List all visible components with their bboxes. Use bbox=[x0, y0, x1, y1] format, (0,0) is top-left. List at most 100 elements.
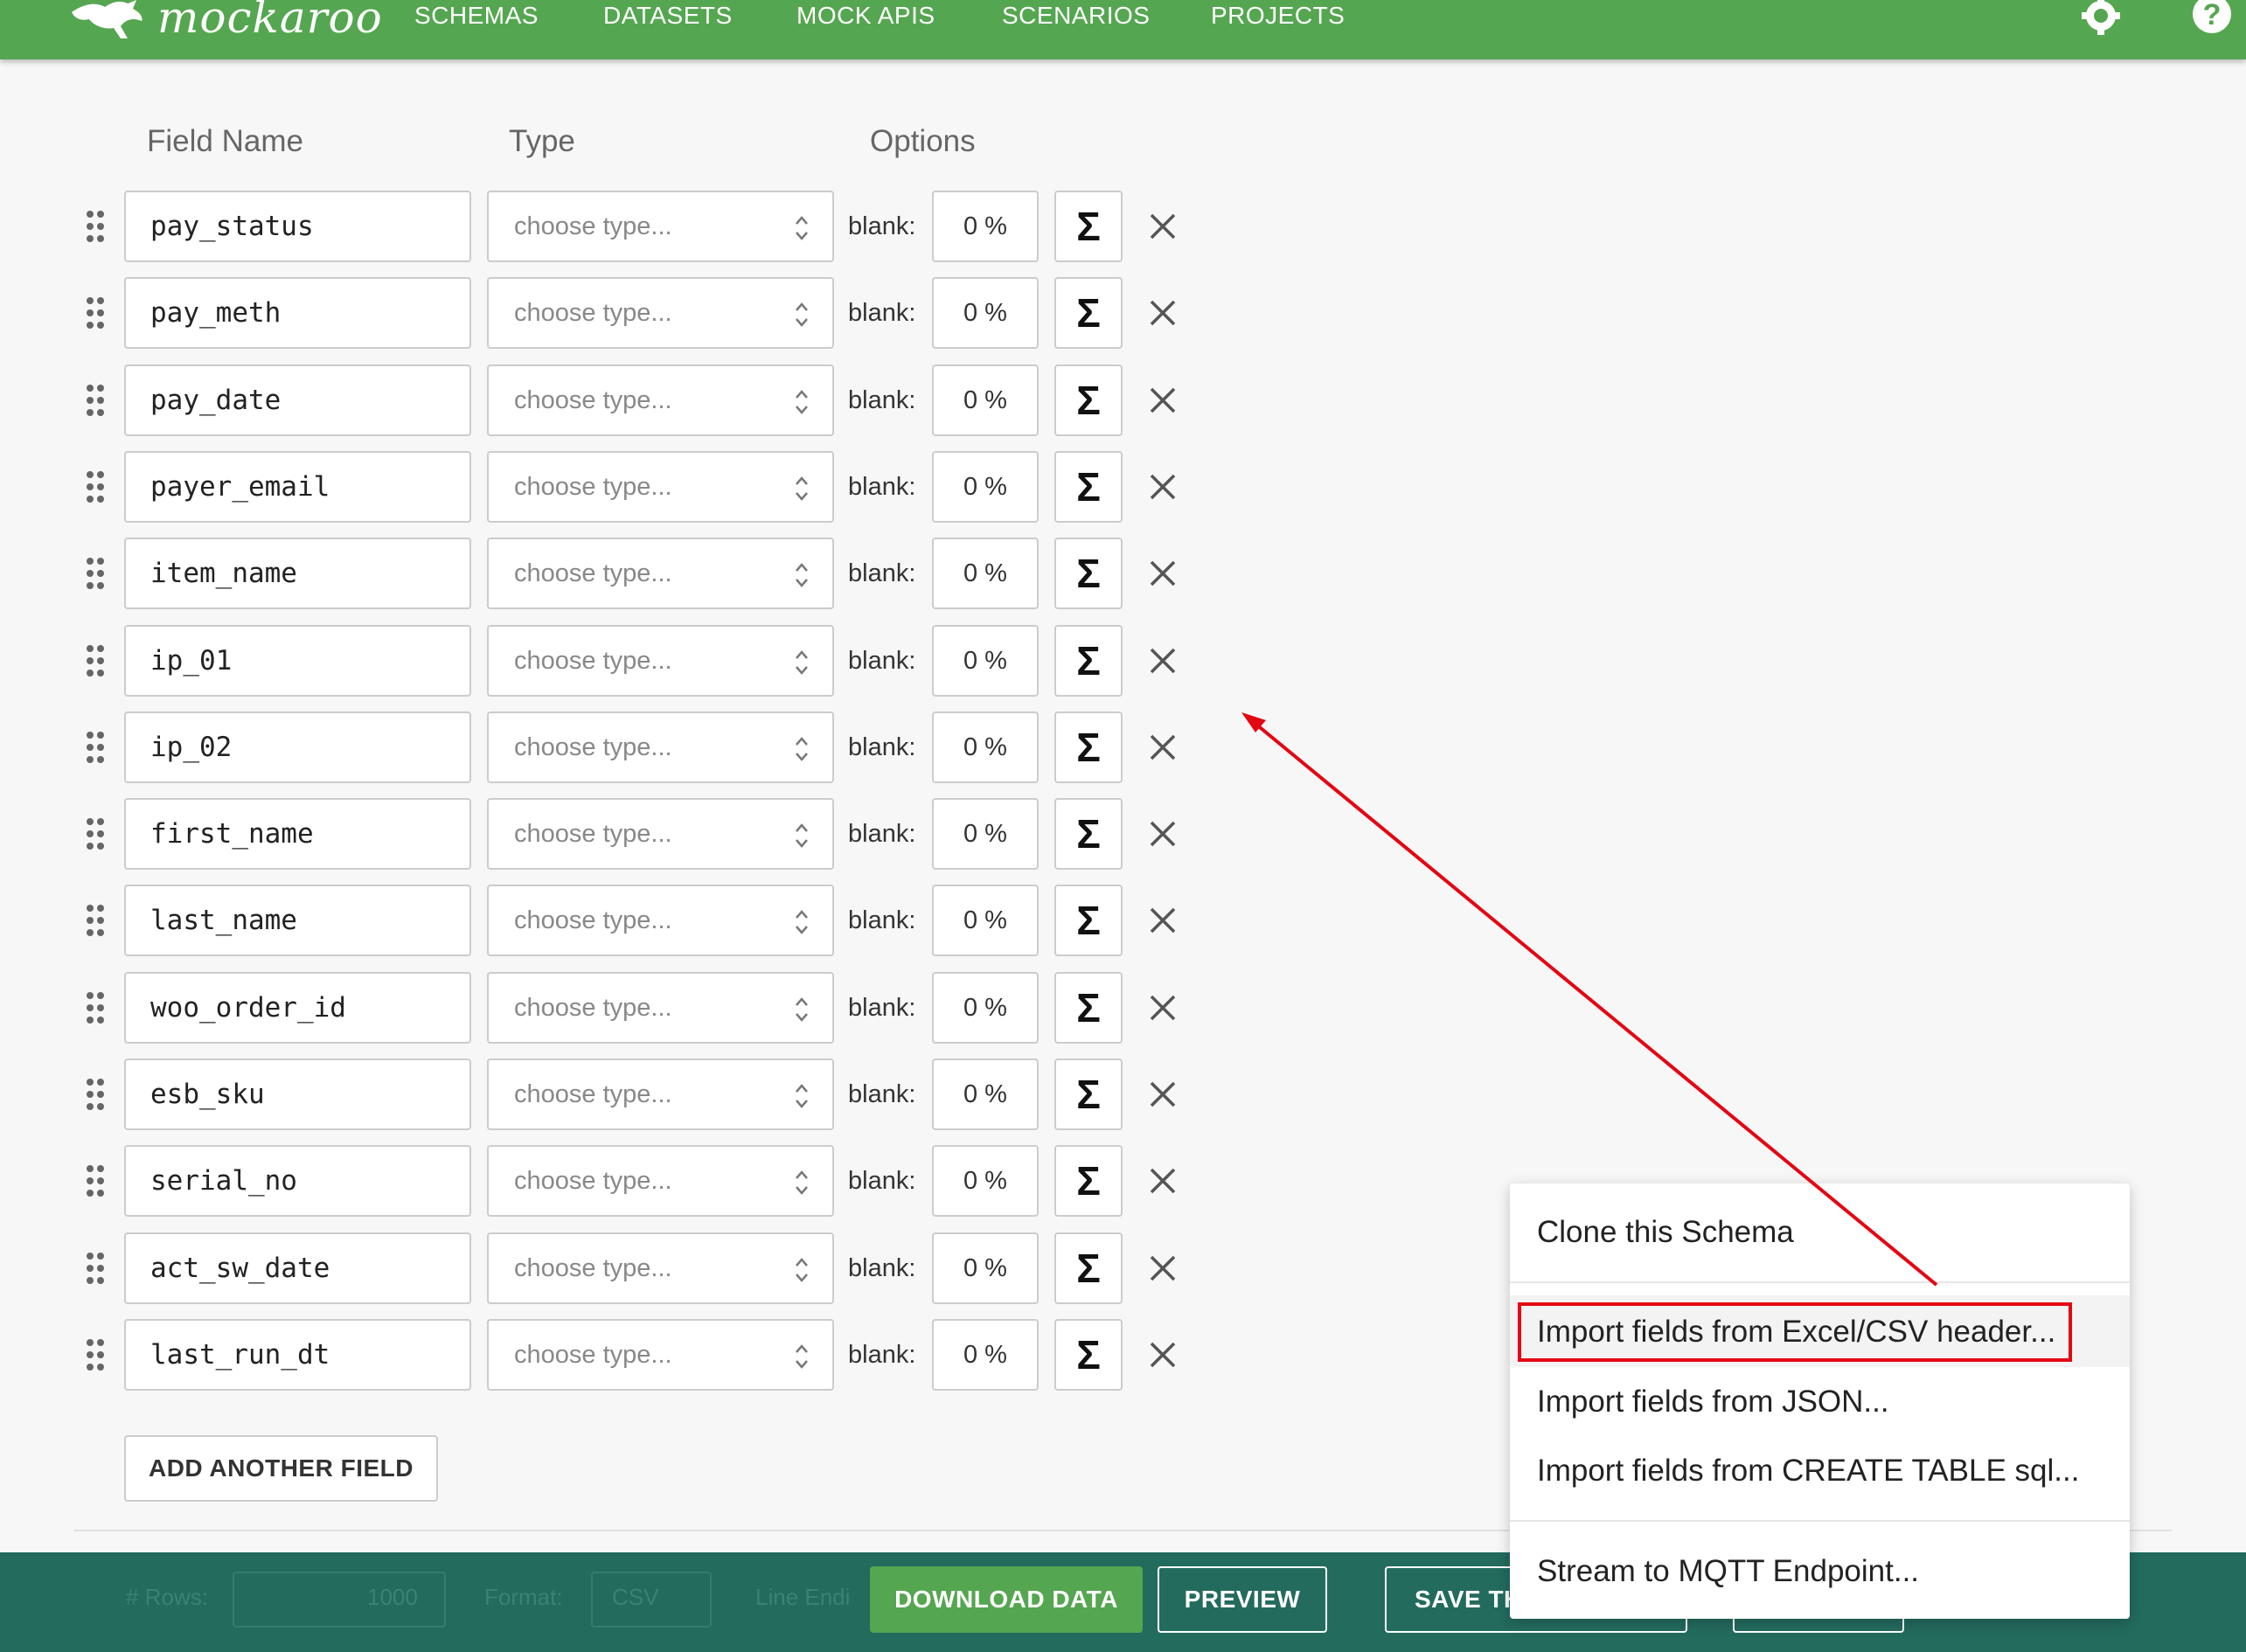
mockaroo-logo[interactable]: mockaroo bbox=[70, 0, 383, 44]
formula-button[interactable]: Σ bbox=[1054, 711, 1123, 783]
rows-input[interactable]: 1000 bbox=[233, 1572, 446, 1628]
type-select[interactable]: choose type... bbox=[487, 191, 834, 262]
type-select[interactable]: choose type... bbox=[487, 625, 834, 697]
blank-percent-input[interactable]: 0 % bbox=[932, 1059, 1039, 1130]
menu-stream-mqtt[interactable]: Stream to MQTT Endpoint... bbox=[1537, 1554, 1919, 1589]
nav-scenarios[interactable]: SCENARIOS bbox=[1002, 0, 1150, 35]
drag-handle[interactable] bbox=[86, 644, 105, 682]
field-name-input[interactable]: item_name bbox=[124, 538, 471, 609]
remove-field-button[interactable] bbox=[1148, 646, 1178, 680]
remove-field-button[interactable] bbox=[1148, 993, 1178, 1027]
type-select[interactable]: choose type... bbox=[487, 1059, 834, 1130]
type-select[interactable]: choose type... bbox=[487, 538, 834, 609]
field-name-input[interactable]: esb_sku bbox=[124, 1059, 471, 1130]
formula-button[interactable]: Σ bbox=[1054, 538, 1123, 609]
drag-handle[interactable] bbox=[86, 817, 105, 855]
field-name-input[interactable]: last_run_dt bbox=[124, 1319, 471, 1391]
formula-button[interactable]: Σ bbox=[1054, 364, 1123, 436]
format-select[interactable]: CSV bbox=[591, 1572, 712, 1628]
type-select[interactable]: choose type... bbox=[487, 1145, 834, 1217]
drag-handle[interactable] bbox=[86, 904, 105, 941]
drag-handle[interactable] bbox=[86, 1078, 105, 1115]
remove-field-button[interactable] bbox=[1148, 1340, 1178, 1374]
type-select[interactable]: choose type... bbox=[487, 711, 834, 783]
drag-handle[interactable] bbox=[86, 470, 105, 508]
formula-button[interactable]: Σ bbox=[1054, 1232, 1123, 1304]
type-select[interactable]: choose type... bbox=[487, 972, 834, 1044]
nav-mock-apis[interactable]: MOCK APIS bbox=[796, 0, 935, 35]
remove-field-button[interactable] bbox=[1148, 212, 1178, 246]
blank-percent-input[interactable]: 0 % bbox=[932, 972, 1039, 1044]
field-name-input[interactable]: last_name bbox=[124, 885, 471, 956]
drag-handle[interactable] bbox=[86, 991, 105, 1029]
blank-percent-input[interactable]: 0 % bbox=[932, 798, 1039, 870]
drag-handle[interactable] bbox=[86, 1252, 105, 1289]
remove-field-button[interactable] bbox=[1148, 1166, 1178, 1200]
blank-percent-input[interactable]: 0 % bbox=[932, 1232, 1039, 1304]
type-select[interactable]: choose type... bbox=[487, 798, 834, 870]
drag-handle[interactable] bbox=[86, 210, 105, 247]
drag-handle[interactable] bbox=[86, 731, 105, 768]
formula-button[interactable]: Σ bbox=[1054, 1145, 1123, 1217]
blank-percent-input[interactable]: 0 % bbox=[932, 364, 1039, 436]
menu-clone-schema[interactable]: Clone this Schema bbox=[1537, 1215, 1794, 1250]
field-name-input[interactable]: payer_email bbox=[124, 451, 471, 523]
blank-percent-input[interactable]: 0 % bbox=[932, 625, 1039, 697]
type-select[interactable]: choose type... bbox=[487, 885, 834, 956]
blank-percent-input[interactable]: 0 % bbox=[932, 191, 1039, 262]
menu-import-sql[interactable]: Import fields from CREATE TABLE sql... bbox=[1537, 1454, 2079, 1489]
menu-import-json[interactable]: Import fields from JSON... bbox=[1537, 1385, 1889, 1419]
remove-field-button[interactable] bbox=[1148, 385, 1178, 420]
formula-button[interactable]: Σ bbox=[1054, 885, 1123, 956]
blank-percent-input[interactable]: 0 % bbox=[932, 711, 1039, 783]
nav-datasets[interactable]: DATASETS bbox=[603, 0, 733, 35]
remove-field-button[interactable] bbox=[1148, 819, 1178, 853]
blank-percent-input[interactable]: 0 % bbox=[932, 1319, 1039, 1391]
preview-button[interactable]: PREVIEW bbox=[1158, 1566, 1327, 1633]
formula-button[interactable]: Σ bbox=[1054, 625, 1123, 697]
field-name-input[interactable]: act_sw_date bbox=[124, 1232, 471, 1304]
nav-schemas[interactable]: SCHEMAS bbox=[414, 0, 539, 35]
field-name-input[interactable]: ip_01 bbox=[124, 625, 471, 697]
formula-button[interactable]: Σ bbox=[1054, 191, 1123, 262]
download-data-button[interactable]: DOWNLOAD DATA bbox=[870, 1566, 1143, 1633]
remove-field-button[interactable] bbox=[1148, 472, 1178, 506]
field-name-input[interactable]: pay_date bbox=[124, 364, 471, 436]
drag-handle[interactable] bbox=[86, 557, 105, 594]
drag-handle[interactable] bbox=[86, 1338, 105, 1376]
blank-percent-input[interactable]: 0 % bbox=[932, 277, 1039, 349]
formula-button[interactable]: Σ bbox=[1054, 277, 1123, 349]
drag-handle[interactable] bbox=[86, 1164, 105, 1202]
drag-handle[interactable] bbox=[86, 384, 105, 421]
type-select[interactable]: choose type... bbox=[487, 277, 834, 349]
add-another-field-button[interactable]: ADD ANOTHER FIELD bbox=[124, 1435, 438, 1502]
type-select[interactable]: choose type... bbox=[487, 1232, 834, 1304]
blank-percent-input[interactable]: 0 % bbox=[932, 1145, 1039, 1217]
remove-field-button[interactable] bbox=[1148, 906, 1178, 940]
type-select[interactable]: choose type... bbox=[487, 1319, 834, 1391]
type-select[interactable]: choose type... bbox=[487, 451, 834, 523]
remove-field-button[interactable] bbox=[1148, 732, 1178, 767]
formula-button[interactable]: Σ bbox=[1054, 1319, 1123, 1391]
drag-handle[interactable] bbox=[86, 296, 105, 334]
type-select[interactable]: choose type... bbox=[487, 364, 834, 436]
help-button[interactable]: ? bbox=[2191, 0, 2235, 43]
blank-percent-input[interactable]: 0 % bbox=[932, 451, 1039, 523]
formula-button[interactable]: Σ bbox=[1054, 798, 1123, 870]
field-name-input[interactable]: woo_order_id bbox=[124, 972, 471, 1044]
field-name-input[interactable]: pay_meth bbox=[124, 277, 471, 349]
blank-percent-input[interactable]: 0 % bbox=[932, 538, 1039, 609]
field-name-input[interactable]: ip_02 bbox=[124, 711, 471, 783]
field-name-input[interactable]: pay_status bbox=[124, 191, 471, 262]
remove-field-button[interactable] bbox=[1148, 1079, 1178, 1114]
blank-percent-input[interactable]: 0 % bbox=[932, 885, 1039, 956]
field-name-input[interactable]: serial_no bbox=[124, 1145, 471, 1217]
formula-button[interactable]: Σ bbox=[1054, 1059, 1123, 1130]
remove-field-button[interactable] bbox=[1148, 298, 1178, 332]
formula-button[interactable]: Σ bbox=[1054, 451, 1123, 523]
field-name-input[interactable]: first_name bbox=[124, 798, 471, 870]
remove-field-button[interactable] bbox=[1148, 1253, 1178, 1288]
nav-projects[interactable]: PROJECTS bbox=[1211, 0, 1345, 35]
formula-button[interactable]: Σ bbox=[1054, 972, 1123, 1044]
settings-button[interactable] bbox=[2079, 0, 2123, 43]
